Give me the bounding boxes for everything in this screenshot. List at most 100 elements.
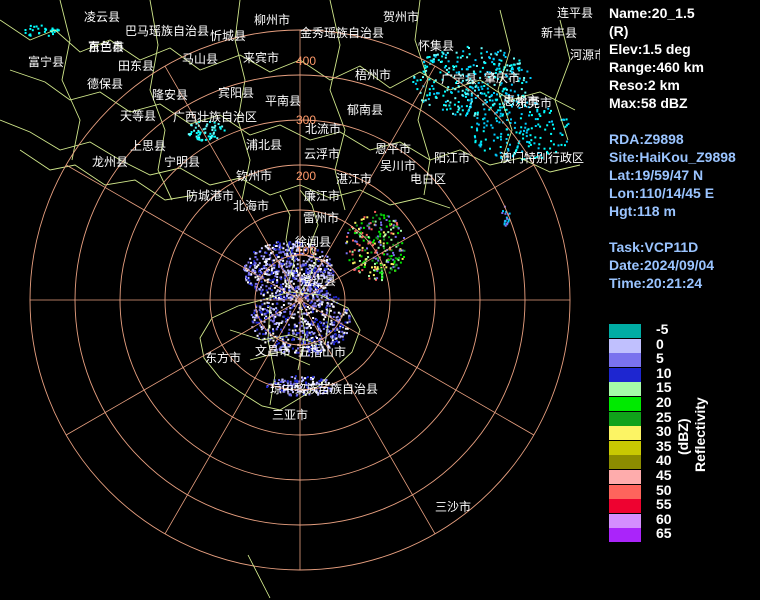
echo-pixel <box>262 293 265 296</box>
echo-pixel <box>498 103 501 106</box>
product-info: Name:20_1.5 (R) Elev:1.5 deg Range:460 k… <box>609 4 704 112</box>
echo-pixel <box>317 323 320 326</box>
echo-pixel <box>508 111 511 114</box>
echo-pixel <box>284 279 287 282</box>
info-height: Hgt:118 m <box>609 203 676 219</box>
echo-pixel <box>291 329 294 332</box>
echo-pixel <box>254 262 257 265</box>
echo-pixel <box>254 266 257 269</box>
echo-pixel <box>445 68 448 71</box>
legend-swatch <box>609 353 641 368</box>
echo-pixel <box>450 91 452 94</box>
echo-pixel <box>387 231 390 234</box>
echo-pixel <box>287 296 290 299</box>
echo-pixel <box>293 326 296 329</box>
echo-pixel <box>361 246 364 249</box>
echo-pixel <box>254 256 257 259</box>
echo-pixel <box>297 259 300 261</box>
echo-pixel <box>313 320 316 323</box>
echo-pixel <box>448 104 451 107</box>
echo-pixel <box>394 257 397 260</box>
echo-pixel <box>273 266 276 269</box>
legend-swatch <box>609 528 641 543</box>
echo-pixel <box>346 332 348 335</box>
echo-pixel <box>275 328 278 331</box>
echo-pixel <box>338 341 341 344</box>
echo-pixel <box>523 77 526 79</box>
echo-pixel <box>565 118 568 121</box>
echo-pixel <box>315 318 318 321</box>
echo-pixel <box>258 309 261 312</box>
echo-pixel <box>363 266 366 268</box>
echo-pixel <box>268 287 271 290</box>
echo-pixel <box>362 218 365 220</box>
echo-pixel <box>499 109 502 112</box>
city-label: 宁明县 <box>164 154 200 169</box>
echo-pixel <box>295 349 298 352</box>
echo-pixel <box>348 320 351 323</box>
echo-pixel <box>300 335 303 338</box>
echo-pixel <box>483 117 486 120</box>
echo-pixel <box>325 259 328 262</box>
echo-pixel <box>29 24 32 27</box>
echo-pixel <box>216 137 219 140</box>
echo-pixel <box>441 108 444 111</box>
echo-pixel <box>346 240 349 243</box>
echo-pixel <box>529 111 531 114</box>
echo-pixel <box>319 268 322 270</box>
legend-label: 60 <box>656 510 672 527</box>
echo-pixel <box>271 267 274 270</box>
echo-pixel <box>370 251 373 254</box>
echo-pixel <box>511 68 514 71</box>
echo-pixel <box>265 289 268 292</box>
echo-pixel <box>259 324 262 327</box>
echo-pixel <box>366 247 368 250</box>
echo-pixel <box>35 25 38 28</box>
echo-pixel <box>269 279 272 282</box>
echo-pixel <box>472 64 475 67</box>
echo-pixel <box>366 252 369 254</box>
echo-pixel <box>481 87 484 90</box>
echo-pixel <box>495 117 498 120</box>
echo-pixel <box>309 288 312 291</box>
echo-pixel <box>382 214 385 217</box>
echo-pixel <box>539 136 542 139</box>
echo-pixel <box>518 59 521 62</box>
echo-pixel <box>382 245 385 248</box>
echo-pixel <box>245 275 247 278</box>
city-label: 忻城县 <box>210 29 246 43</box>
echo-pixel <box>525 81 528 84</box>
echo-pixel <box>390 255 393 257</box>
echo-pixel <box>325 295 328 298</box>
echo-pixel <box>373 277 376 280</box>
echo-pixel <box>223 129 226 132</box>
echo-pixel <box>519 117 522 120</box>
echo-pixel <box>449 107 452 110</box>
city-label: 百色市 <box>88 39 124 54</box>
echo-pixel <box>187 133 190 136</box>
echo-pixel <box>193 129 196 132</box>
echo-pixel <box>400 229 402 232</box>
echo-pixel <box>270 289 273 292</box>
echo-pixel <box>339 335 342 338</box>
echo-pixel <box>378 241 381 244</box>
echo-pixel <box>333 329 336 332</box>
echo-pixel <box>443 104 445 107</box>
echo-pixel <box>507 220 510 223</box>
echo-pixel <box>474 89 476 92</box>
legend-swatch <box>609 455 641 470</box>
echo-pixel <box>397 232 400 235</box>
echo-pixel <box>352 239 354 242</box>
echo-pixel <box>214 124 217 127</box>
echo-pixel <box>446 89 449 92</box>
echo-pixel <box>278 314 281 317</box>
echo-pixel <box>319 270 322 273</box>
echo-pixel <box>295 272 298 274</box>
echo-pixel <box>564 144 566 147</box>
legend-label: 30 <box>656 423 672 440</box>
echo-pixel <box>269 319 272 322</box>
echo-pixel <box>318 302 321 305</box>
echo-pixel <box>483 149 486 152</box>
echo-pixel <box>480 85 483 88</box>
city-label: 阳江市 <box>434 150 470 165</box>
